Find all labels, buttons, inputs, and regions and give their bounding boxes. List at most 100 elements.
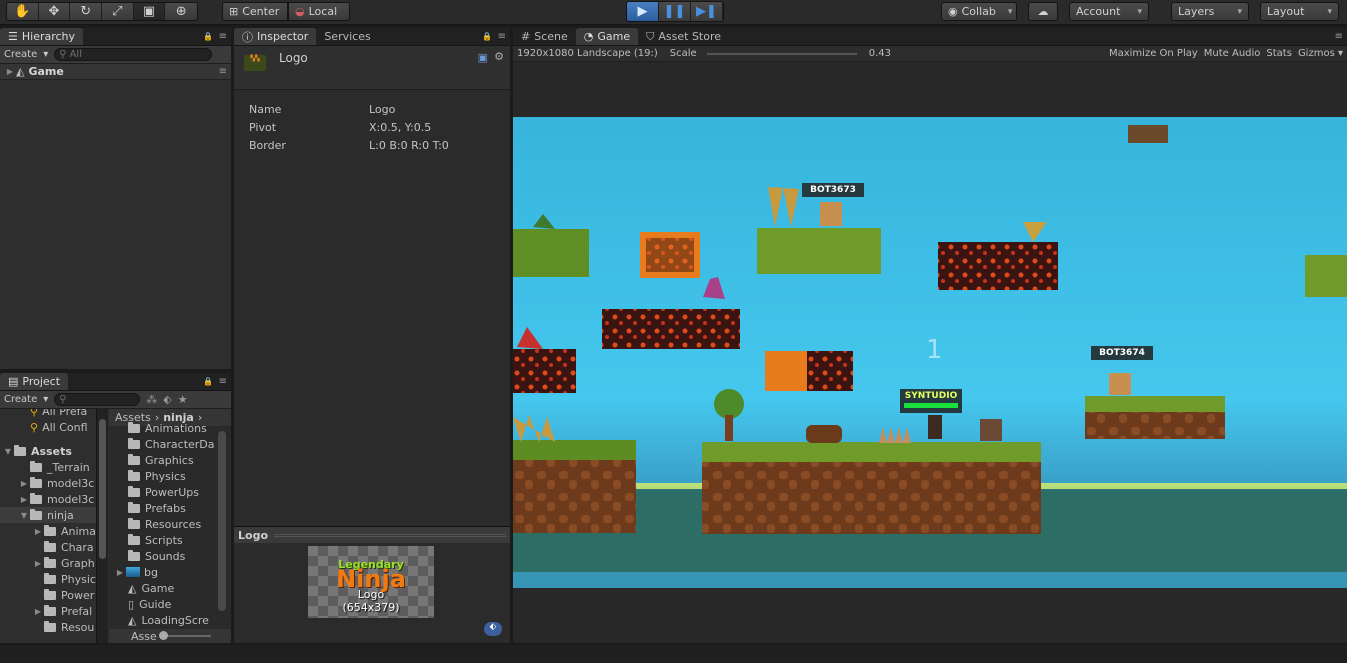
list-item[interactable]: ◭ Game (109, 580, 231, 596)
tree-item[interactable]: ▶ model3c (0, 475, 96, 491)
expand-triangle-icon[interactable]: ▼ (2, 447, 14, 456)
move-tool-icon[interactable]: ✥ (39, 3, 71, 20)
rotate-tool-icon[interactable]: ↻ (70, 3, 103, 20)
expand-triangle-icon[interactable]: ▶ (32, 559, 44, 568)
expand-triangle-icon[interactable]: ▶ (4, 67, 16, 76)
contents-scrollbar[interactable] (216, 426, 228, 629)
tree-item[interactable]: ▶ Anima (0, 523, 96, 539)
collab-dropdown[interactable]: ◉ Collab (941, 2, 1017, 21)
rect-tool-icon[interactable]: ▣ (133, 3, 166, 20)
list-item[interactable]: Sounds (109, 548, 231, 564)
tree-item[interactable]: Power (0, 587, 96, 603)
contents-scroll-thumb[interactable] (218, 431, 226, 611)
list-item[interactable]: Resources (109, 516, 231, 532)
tree-item-ninja[interactable]: ▼ ninja (0, 507, 96, 523)
hand-tool-icon[interactable]: ✋ (7, 3, 39, 20)
expand-triangle-icon[interactable]: ▼ (18, 511, 30, 520)
logo-thumbnail-icon: ▚▚ (244, 55, 266, 71)
stats-toggle[interactable]: Stats (1266, 48, 1292, 59)
status-bar (0, 645, 1347, 663)
tree-item[interactable]: ▶ Prefal (0, 603, 96, 619)
inspector-lock-icon[interactable]: 🔒 (482, 32, 492, 41)
scale-slider[interactable] (706, 52, 857, 55)
hierarchy-search-input[interactable]: ⚲ All (54, 48, 213, 61)
scene-row[interactable]: ▶ ◭ Game ≡ (0, 64, 231, 80)
filter-type-icon[interactable]: ⁂ (146, 393, 157, 406)
tree-scroll-thumb[interactable] (99, 419, 106, 559)
tab-hierarchy[interactable]: ☰ Hierarchy (0, 28, 84, 45)
expand-triangle-icon[interactable]: ▶ (18, 479, 30, 488)
layout-dropdown[interactable]: Layout (1260, 2, 1339, 21)
account-dropdown[interactable]: Account (1069, 2, 1149, 21)
slider-knob[interactable] (158, 631, 168, 640)
folder-icon (44, 588, 56, 600)
inspector-menu-icon[interactable]: ≡ (498, 31, 506, 42)
list-item[interactable]: ◭ LoadingScre (109, 612, 231, 628)
folder-icon (128, 549, 140, 561)
project-menu-icon[interactable]: ≡ (219, 376, 227, 387)
gizmos-dropdown[interactable]: Gizmos ▾ (1298, 48, 1343, 59)
scale-tool-icon[interactable]: ⤢ (102, 3, 134, 20)
pivot-local-button[interactable]: ◒ Local (288, 2, 350, 21)
tree-item[interactable]: Physic (0, 571, 96, 587)
project-search-icon: ⚲ (59, 394, 67, 405)
tree-scrollbar[interactable] (96, 409, 108, 643)
pause-button[interactable]: ❚❚ (659, 2, 691, 21)
game-menu-icon[interactable]: ≡ (1335, 31, 1343, 42)
list-item[interactable]: Physics (109, 468, 231, 484)
expand-triangle-icon[interactable]: ▶ (18, 495, 30, 504)
expand-triangle-icon[interactable]: ▶ (32, 527, 44, 536)
field-row: Pivot X:0.5, Y:0.5 (249, 120, 432, 134)
filter-label-icon[interactable]: ⬖ (163, 393, 171, 406)
project-search-input[interactable]: ⚲ (54, 393, 141, 406)
asset-label-icon[interactable]: ⬖ (484, 622, 502, 636)
list-item[interactable]: Prefabs (109, 500, 231, 516)
icon-size-slider[interactable] (158, 631, 211, 640)
tree-item-assets[interactable]: ▼ Assets (0, 443, 96, 459)
tree-item[interactable]: Resou (0, 619, 96, 635)
hierarchy-create-button[interactable]: Create (4, 49, 37, 60)
maximize-on-play-toggle[interactable]: Maximize On Play (1109, 48, 1198, 59)
favorite-star-icon[interactable]: ★ (178, 393, 188, 406)
project-create-button[interactable]: Create (4, 394, 37, 405)
panel-menu-icon[interactable]: ≡ (219, 31, 227, 42)
list-item[interactable]: CharacterDa (109, 436, 231, 452)
help-book-icon[interactable]: ▣ (478, 51, 488, 64)
tree-item[interactable]: _Terrain (0, 459, 96, 475)
tab-scene[interactable]: # Scene (513, 28, 576, 45)
pivot-center-button[interactable]: ⊞ Center (222, 2, 288, 21)
folder-icon (128, 501, 140, 513)
resolution-dropdown[interactable]: 1920x1080 Landscape (19:) (517, 48, 658, 59)
tab-game[interactable]: ◔ Game (575, 28, 639, 45)
list-item[interactable]: Graphics (109, 452, 231, 468)
gear-icon[interactable]: ⚙ (494, 50, 504, 63)
tree-item[interactable]: ▶ model3c (0, 491, 96, 507)
logo-text-ninja: Ninja (336, 565, 406, 593)
tab-inspector[interactable]: ⓘ Inspector (234, 28, 317, 45)
layers-dropdown[interactable]: Layers (1171, 2, 1249, 21)
list-item[interactable]: ▯ Guide (109, 596, 231, 612)
mute-audio-toggle[interactable]: Mute Audio (1204, 48, 1261, 59)
cloud-button[interactable]: ☁ (1028, 2, 1058, 21)
tab-project[interactable]: ▤ Project (0, 373, 69, 390)
favorite-item[interactable]: ⚲ All Confl (0, 419, 96, 435)
list-item[interactable]: PowerUps (109, 484, 231, 500)
tab-asset-store[interactable]: ⛉ Asset Store (638, 28, 729, 45)
step-button[interactable]: ▶❚ (691, 2, 723, 21)
list-item[interactable]: ▶ bg (109, 564, 231, 580)
tree-item[interactable]: ▶ Graph (0, 555, 96, 571)
lock-icon[interactable]: 🔒 (203, 32, 213, 41)
favorite-item[interactable]: ⚲ All Prefa (0, 409, 96, 419)
preview-header[interactable]: Logo (234, 526, 510, 543)
expand-triangle-icon[interactable]: ▶ (32, 607, 44, 616)
game-viewport[interactable]: BOT3673 BOT3674 SYNTUDIO 1 (513, 117, 1347, 588)
play-button[interactable]: ▶ (627, 2, 659, 21)
tab-services[interactable]: Services (316, 28, 378, 45)
list-item[interactable]: Animations (109, 420, 231, 436)
list-item[interactable]: Scripts (109, 532, 231, 548)
tree-item[interactable]: Chara (0, 539, 96, 555)
scene-menu-icon[interactable]: ≡ (219, 66, 227, 77)
project-lock-icon[interactable]: 🔒 (203, 377, 213, 386)
transform-tool-icon[interactable]: ⊕ (165, 3, 197, 20)
expand-triangle-icon[interactable]: ▶ (114, 568, 126, 577)
